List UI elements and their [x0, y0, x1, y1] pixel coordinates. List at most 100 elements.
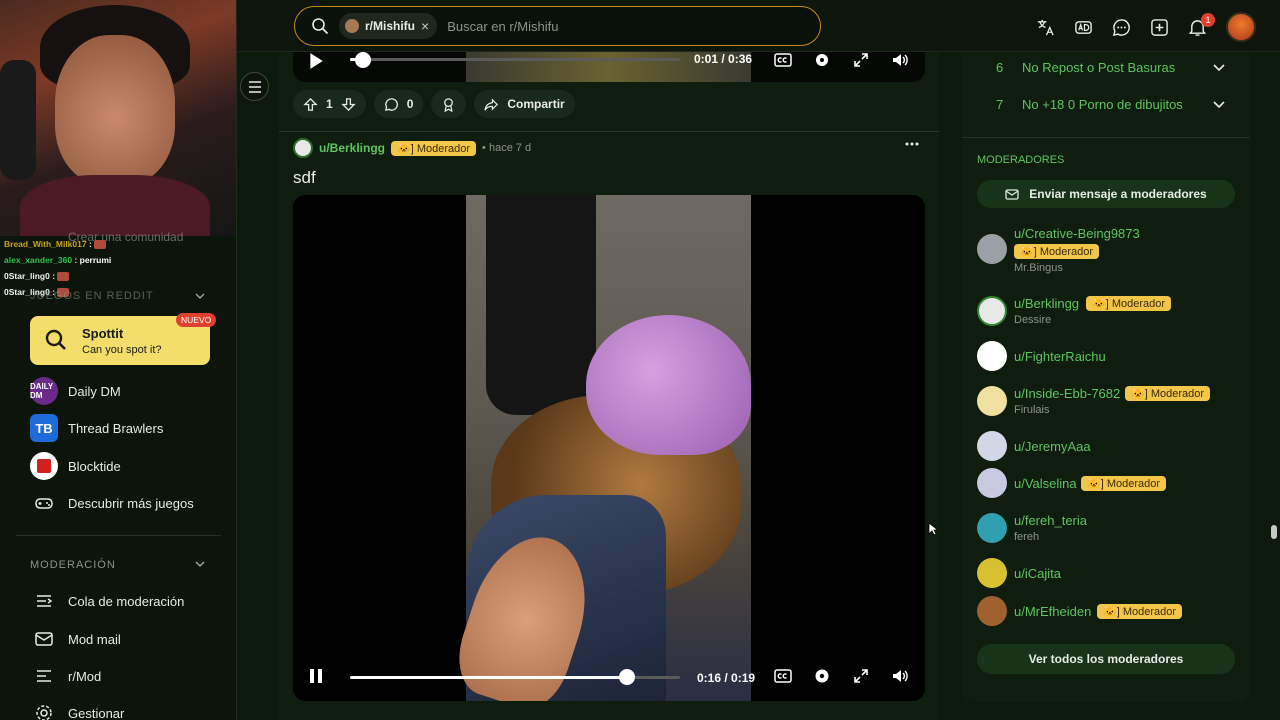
sidebar-item-blocktide[interactable]: Blocktide [30, 451, 121, 481]
share-button[interactable]: Compartir [474, 90, 575, 118]
captions-icon[interactable] [774, 667, 792, 685]
rule-text: No +18 0 Porno de dibujitos [1022, 96, 1183, 112]
moderator-flair: 🐱] Moderador [1086, 296, 1172, 311]
chevron-down-icon[interactable] [194, 290, 206, 302]
settings-icon[interactable] [813, 51, 831, 69]
moderator-name[interactable]: u/Inside-Ebb-7682 [1014, 386, 1120, 401]
chevron-down-icon[interactable] [1212, 60, 1226, 74]
community-filter-chip[interactable]: r/Mishifu × [339, 13, 438, 39]
create-post-icon[interactable] [1150, 18, 1169, 37]
flair-label: Moderador [416, 142, 471, 155]
moderator-name[interactable]: u/iCajita [1014, 566, 1061, 581]
moderator-item[interactable]: u/FighterRaichu [977, 341, 1235, 373]
flair-label: Moderador [1039, 246, 1094, 258]
moderator-name[interactable]: u/fereh_teria [1014, 513, 1087, 528]
magnifier-icon [45, 329, 66, 350]
sidebar-item-mod-queue[interactable]: Cola de moderación [30, 586, 184, 616]
moderator-avatar [977, 341, 1007, 371]
sidebar-item-mod-mail[interactable]: Mod mail [30, 624, 121, 654]
moderator-name[interactable]: u/JeremyAaa [1014, 439, 1091, 454]
view-all-moderators-button[interactable]: Ver todos los moderadores [977, 644, 1235, 674]
translate-icon[interactable] [1036, 18, 1055, 37]
close-icon[interactable]: × [421, 18, 429, 34]
message-mods-button[interactable]: Enviar mensaje a moderadores [977, 180, 1235, 208]
flair-label: Moderador [1150, 388, 1205, 400]
moderator-name[interactable]: u/MrEfheiden [1014, 604, 1091, 619]
post-author[interactable]: u/Berklingg [319, 141, 385, 155]
chevron-down-icon[interactable] [194, 558, 206, 570]
sidebar-item-r-mod[interactable]: r/Mod [30, 661, 101, 691]
sidebar-item-label: Thread Brawlers [68, 420, 164, 436]
mod-mail-icon [35, 632, 53, 646]
moderator-name[interactable]: u/Berklingg [1014, 296, 1079, 311]
award-icon [444, 97, 454, 112]
settings-icon[interactable] [813, 667, 831, 685]
chevron-down-icon[interactable] [1212, 97, 1226, 111]
volume-icon[interactable] [891, 51, 909, 69]
chat-line: Bread_With_Milk017 : [4, 236, 236, 252]
moderator-item[interactable]: u/JeremyAaa [977, 431, 1235, 463]
community-avatar [345, 19, 359, 33]
scrollbar-thumb[interactable] [1271, 525, 1277, 539]
moderator-flair: 🐱] Moderador [1125, 386, 1211, 401]
post-age-text: hace 7 d [488, 142, 532, 154]
frame-knit-hat [586, 315, 751, 455]
moderator-item[interactable]: u/fereh_teria fereh [977, 513, 1235, 549]
right-sidebar: 6 No Repost o Post Basuras 7 No +18 0 Porn… [962, 52, 1250, 702]
award-button[interactable] [431, 90, 467, 118]
search-bar[interactable]: r/Mishifu × Buscar en r/Mishifu [294, 6, 821, 46]
moderation-section-title[interactable]: MODERACIÓN [30, 559, 116, 571]
video-progress-track[interactable] [350, 58, 680, 61]
moderator-item[interactable]: u/MrEfheiden 🐱] Moderador [977, 596, 1235, 628]
games-section-title[interactable]: JUEGOS EN REDDIT [30, 290, 154, 302]
sidebar-item-manage[interactable]: Gestionar [30, 698, 124, 720]
fullscreen-icon[interactable] [852, 51, 870, 69]
downvote-icon[interactable] [340, 97, 356, 112]
more-options-icon[interactable] [905, 142, 919, 146]
fullscreen-icon[interactable] [852, 667, 870, 685]
rule-item[interactable]: 7 No +18 0 Porno de dibujitos [996, 94, 1183, 114]
sidebar-item-discover-games[interactable]: Descubrir más juegos [30, 488, 194, 518]
thread-brawlers-icon: TB [30, 414, 58, 442]
advertise-icon[interactable] [1074, 18, 1093, 37]
post-card[interactable]: u/Berklingg 🐱] Moderador • hace 7 d sdf … [279, 134, 939, 720]
upvote-icon[interactable] [303, 97, 318, 112]
moderator-name[interactable]: u/Valselina [1014, 476, 1077, 491]
post-feed: 0:01 / 0:36 1 0 Compartir u/Berklingg 🐱]… [279, 52, 939, 720]
sidebar-toggle-button[interactable] [240, 72, 269, 101]
video-player[interactable]: 0:16 / 0:19 [293, 195, 925, 701]
user-avatar[interactable] [1226, 12, 1256, 42]
sidebar-item-label: Cola de moderación [68, 593, 185, 609]
rule-text: No Repost o Post Basuras [1022, 59, 1176, 75]
bell-icon[interactable]: 1 [1188, 12, 1215, 37]
chat-icon[interactable] [1112, 18, 1131, 37]
header-actions: 1 [1036, 12, 1256, 42]
captions-icon[interactable] [774, 51, 792, 69]
comment-icon [384, 97, 398, 111]
rule-item[interactable]: 6 No Repost o Post Basuras [996, 57, 1175, 77]
moderator-item[interactable]: u/Creative-Being9873 🐱] Moderador Mr.Bin… [977, 226, 1235, 276]
moderator-item[interactable]: u/iCajita [977, 558, 1235, 590]
chat-user: Bread_With_Milk017 [4, 239, 87, 249]
volume-icon[interactable] [891, 667, 909, 685]
video-scrubber-handle[interactable] [355, 52, 372, 68]
vote-buttons[interactable]: 1 [293, 90, 366, 118]
gamepad-icon [35, 498, 53, 509]
pause-icon[interactable] [307, 667, 325, 685]
sidebar-item-thread-brawlers[interactable]: TB Thread Brawlers [30, 413, 163, 443]
search-input[interactable]: Buscar en r/Mishifu [447, 19, 558, 34]
sidebar-item-label: Mod mail [68, 631, 121, 647]
gear-icon [36, 705, 52, 720]
moderator-item[interactable]: u/Valselina 🐱] Moderador [977, 468, 1235, 500]
comments-button[interactable]: 0 [373, 90, 424, 118]
play-icon[interactable] [307, 52, 325, 70]
user-flair-text: fereh [1014, 531, 1040, 543]
author-avatar[interactable] [293, 138, 313, 158]
post-title[interactable]: sdf [293, 168, 316, 188]
moderator-item[interactable]: u/Inside-Ebb-7682 🐱] Moderador Firulais [977, 386, 1235, 422]
moderator-name[interactable]: u/Creative-Being9873 [1014, 226, 1140, 241]
sidebar-item-daily-dm[interactable]: DAILY DM Daily DM [30, 376, 121, 406]
moderator-item[interactable]: u/Berklingg 🐱] Moderador Dessire [977, 296, 1235, 332]
moderator-name[interactable]: u/FighterRaichu [1014, 349, 1106, 364]
moderator-flair: 🐱] Moderador [1081, 476, 1167, 491]
